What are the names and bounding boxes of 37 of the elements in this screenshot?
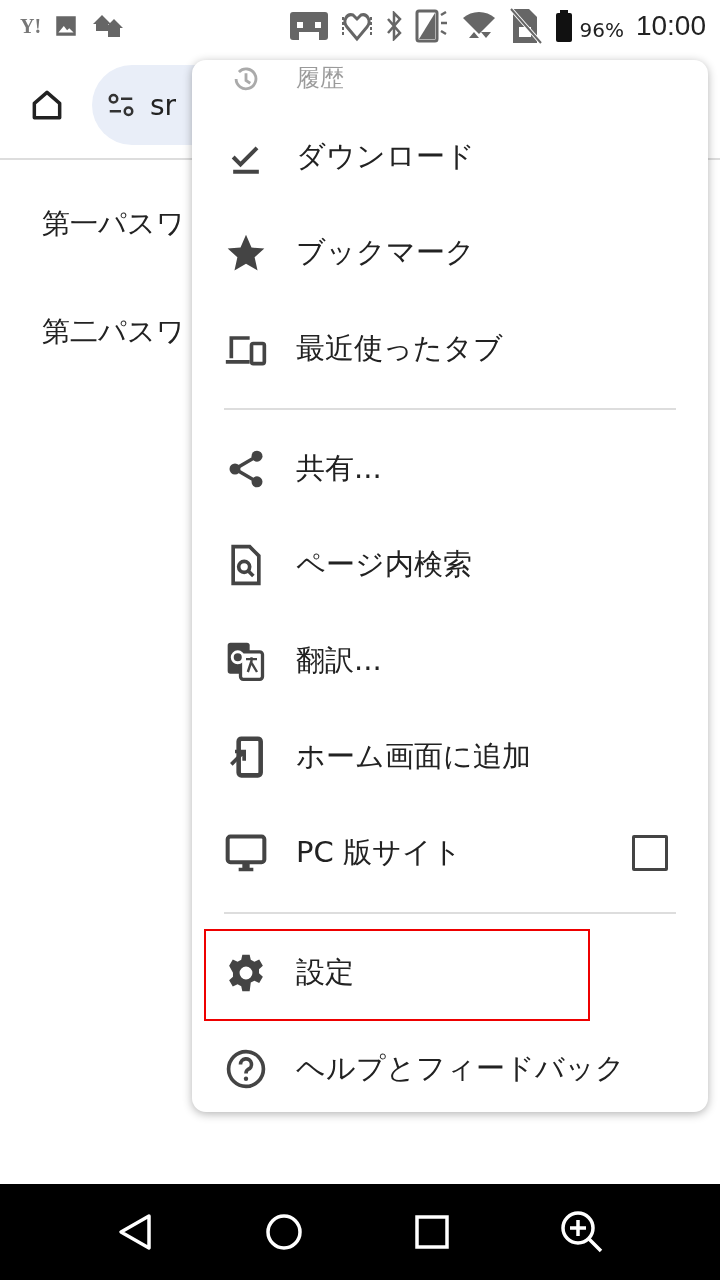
menu-item[interactable]: ブックマーク [192,205,708,301]
menu-item[interactable]: 共有... [192,421,708,517]
menu-item[interactable]: ページ内検索 [192,517,708,613]
auto-rotate-icon [415,9,450,43]
menu-item[interactable]: 設定 [192,925,708,1021]
menu-item[interactable]: ホーム画面に追加 [192,709,708,805]
help-icon [224,1047,268,1091]
menu-label: 共有... [296,450,382,487]
menu-label: PC 版サイト [296,834,462,871]
menu-label: 翻訳... [296,642,382,679]
menu-item[interactable]: 翻訳... [192,613,708,709]
menu-item[interactable]: ダウンロード [192,109,708,205]
home-nav-icon[interactable] [264,1212,305,1252]
battery-icon [555,10,574,42]
menu-label: 設定 [296,954,354,991]
menu-label: 最近使ったタブ [296,330,503,367]
page-text: 第一パスワ [42,206,185,242]
status-logo: Y! [20,14,42,38]
menu-label: ブックマーク [296,234,475,271]
clock: 10:00 [635,10,706,42]
menu-item[interactable]: ヘルプとフィードバック [192,1021,708,1117]
battery-percent: 96% [579,18,624,42]
checkbox[interactable] [632,835,668,871]
menu-label: 履歴 [296,63,344,94]
menu-item[interactable]: 最近使ったタブ [192,301,708,397]
bluetooth-icon [385,11,404,41]
recents-icon[interactable] [413,1214,450,1250]
menu-label: ヘルプとフィードバック [296,1050,625,1087]
menu-item[interactable]: PC 版サイト [192,805,708,901]
robot-face-icon [289,10,330,42]
menu-label: ダウンロード [296,138,475,175]
houses-icon [91,12,126,40]
menu-label: ページ内検索 [296,546,472,583]
menu-label: ホーム画面に追加 [296,738,531,775]
page-text: 第二パスワ [42,314,185,350]
no-sim-icon [509,7,544,45]
address-text: sr [150,88,177,122]
